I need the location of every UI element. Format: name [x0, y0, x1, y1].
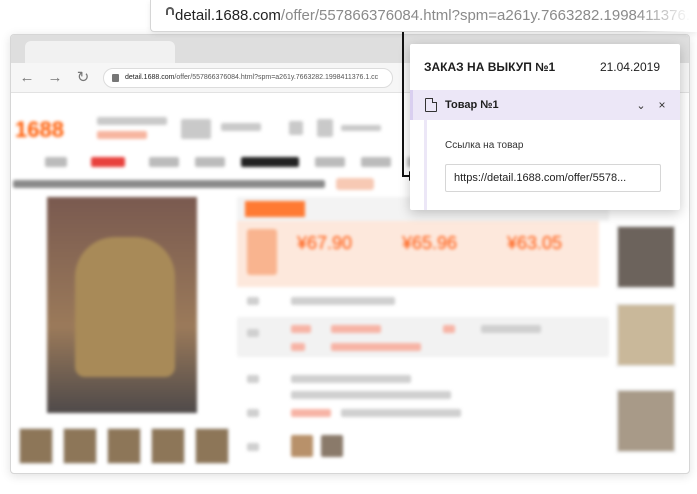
- thumbnail[interactable]: [107, 428, 141, 464]
- connector-line: [402, 32, 404, 176]
- address-bar-callout: detail.1688.com/offer/557866376084.html?…: [150, 0, 697, 32]
- item-header[interactable]: Товар №1 ⌄ ×: [410, 90, 680, 120]
- item-title: Товар №1: [445, 99, 499, 111]
- browser-url: detail.1688.com/offer/557866376084.html?…: [125, 74, 379, 81]
- document-icon: [425, 98, 437, 112]
- back-arrow-icon[interactable]: ←: [19, 69, 35, 86]
- chevron-down-icon[interactable]: ⌄: [634, 99, 648, 112]
- browser-tab[interactable]: [25, 41, 175, 63]
- thumbnail[interactable]: [195, 428, 229, 464]
- site-logo[interactable]: 1688: [15, 117, 64, 143]
- product-title-blurred: [13, 180, 325, 188]
- related-thumbnail[interactable]: [616, 389, 676, 453]
- link-input[interactable]: https://detail.1688.com/offer/5578...: [445, 164, 661, 192]
- related-thumbnail[interactable]: [616, 303, 676, 367]
- price-box: ¥67.90 ¥65.96 ¥63.05: [237, 221, 599, 287]
- stage: ← → ↻ detail.1688.com/offer/557866376084…: [0, 0, 697, 494]
- price-tier-3: ¥63.05: [507, 233, 563, 253]
- url-path: /offer/557866376084.html?spm=a261y.76632…: [280, 7, 697, 24]
- link-label: Ссылка на товар: [445, 140, 524, 151]
- thumbnail[interactable]: [151, 428, 185, 464]
- product-tag: [336, 178, 374, 190]
- order-panel: ЗАКАЗ НА ВЫКУП №1 21.04.2019 Товар №1 ⌄ …: [410, 44, 680, 210]
- forward-arrow-icon[interactable]: →: [47, 69, 63, 86]
- product-photo[interactable]: [47, 197, 197, 413]
- order-panel-header: ЗАКАЗ НА ВЫКУП №1 21.04.2019: [410, 44, 680, 90]
- reload-icon[interactable]: ↻: [75, 69, 91, 86]
- price-tier-2: ¥65.96: [402, 233, 458, 253]
- browser-address-bar[interactable]: detail.1688.com/offer/557866376084.html?…: [103, 67, 393, 88]
- thumbnail[interactable]: [63, 428, 97, 464]
- price-tier-1: ¥67.90: [297, 233, 353, 253]
- url-domain: detail.1688.com: [175, 7, 281, 24]
- order-date: 21.04.2019: [599, 60, 660, 74]
- related-thumbnail[interactable]: [616, 225, 676, 289]
- price-badge-icon: [247, 229, 277, 275]
- price-tab-active[interactable]: [245, 201, 305, 217]
- order-title: ЗАКАЗ НА ВЫКУП №1: [424, 60, 556, 74]
- thumbnail[interactable]: [19, 428, 53, 464]
- url-fade: [637, 0, 697, 32]
- item-body: Ссылка на товар https://detail.1688.com/…: [424, 120, 680, 210]
- lock-icon: [112, 73, 119, 82]
- close-icon[interactable]: ×: [656, 98, 668, 112]
- url-text[interactable]: detail.1688.com/offer/557866376084.html?…: [175, 7, 697, 24]
- product-thumbnails: [19, 428, 229, 468]
